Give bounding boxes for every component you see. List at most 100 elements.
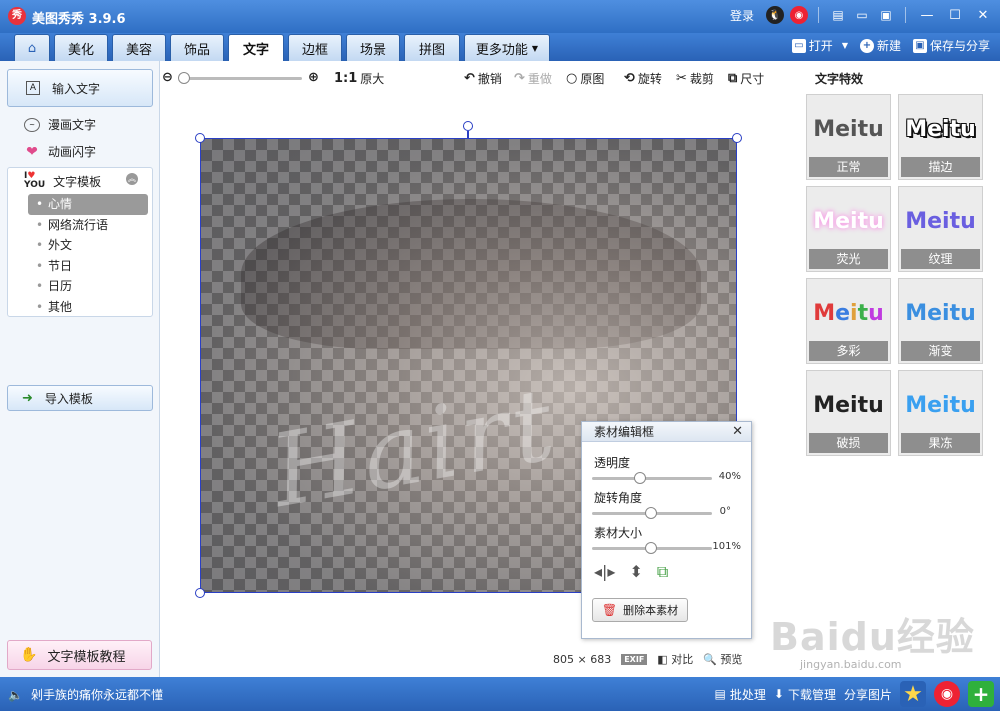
menu-icon[interactable]: ▣ [877,6,895,24]
divider [818,7,819,23]
original-size-button[interactable]: 1:1 原大 [334,70,384,87]
rotate-button[interactable]: ⟲ 旋转 [624,70,662,87]
save-share-button[interactable]: ▣ 保存与分享 [912,37,990,54]
share-button[interactable]: 分享图片 [844,686,892,703]
tab-beautify[interactable]: 美化 [54,34,108,61]
download-button[interactable]: ⬇ 下载管理 [774,686,836,703]
delete-material-button[interactable]: 🗑 删除本素材 [592,598,688,622]
qzone-star-icon[interactable]: ★ [900,681,926,707]
zoom-slider-handle[interactable] [178,72,190,84]
rotation-slider[interactable] [592,507,712,519]
speaker-icon[interactable]: 🔈 [8,688,23,702]
template-item-mood[interactable]: 心情 [28,194,148,215]
material-size-slider[interactable] [592,542,712,554]
new-button[interactable]: + 新建 [859,37,901,54]
import-icon: ➜ [22,390,33,406]
input-text-button[interactable]: A 输入文字 [7,69,153,107]
original-label: 原图 [580,72,605,86]
redo-icon: ↷ [514,71,525,86]
size-value: 101% [712,541,741,552]
more-share-icon[interactable]: + [968,681,994,707]
text-effect-card[interactable]: Meitu 描边 [898,94,983,180]
maximize-icon[interactable]: ☐ [944,6,966,24]
size-button[interactable]: ⧉ 尺寸 [728,70,764,87]
tab-frame[interactable]: 边框 [288,34,342,61]
baidu-watermark: Baidu经验 [770,615,975,659]
opacity-label: 透明度 [594,456,631,470]
tab-more[interactable]: 更多功能 ▼ [464,34,550,61]
text-effect-card[interactable]: Meitu 多彩 [806,278,891,364]
text-effect-sample: Meitu [905,393,976,418]
undo-button[interactable]: ↶ 撤销 [464,70,502,87]
template-item-calendar[interactable]: 日历 [28,276,148,297]
i-love-you-icon: I♥ YOU [24,171,46,190]
login-link[interactable]: 登录 [730,7,754,24]
rotation-slider-handle[interactable] [645,507,657,519]
original-image-button[interactable]: ○ 原图 [566,70,604,87]
preview-button[interactable]: 🔍 预览 [703,651,742,667]
tab-collage[interactable]: 拼图 [404,34,460,61]
text-effect-card[interactable]: Meitu 破损 [806,370,891,456]
text-effect-card[interactable]: Meitu 荧光 [806,186,891,272]
import-template-button[interactable]: ➜ 导入模板 [7,385,153,411]
compare-button[interactable]: ◧ 对比 [657,651,693,667]
text-effect-card[interactable]: Meitu 纹理 [898,186,983,272]
text-effect-card[interactable]: Meitu 果冻 [898,370,983,456]
tab-home[interactable]: ⌂ [14,34,50,61]
text-effect-label: 描边 [901,157,980,177]
zoom-in-icon[interactable]: ⊕ [308,70,319,85]
skin-icon[interactable]: ▤ [829,6,847,24]
crop-button[interactable]: ✂ 裁剪 [676,70,714,87]
weibo-icon[interactable]: ◉ [790,6,808,24]
batch-button[interactable]: ▤ 批处理 [715,686,766,703]
anim-text-link[interactable]: ❤ 动画闪字 [24,143,96,160]
weibo-share-icon[interactable]: ◉ [934,681,960,707]
rotate-handle-stem [467,131,469,139]
dialog-header[interactable]: 素材编辑框 ✕ [582,422,751,442]
exif-button[interactable]: EXIF [621,653,648,665]
opacity-slider-handle[interactable] [634,472,646,484]
text-effect-sample: Meitu [905,209,976,234]
text-effect-card[interactable]: Meitu 正常 [806,94,891,180]
rotate-icon: ⟲ [624,71,635,86]
template-item-other[interactable]: 其他 [28,297,148,318]
text-effect-card[interactable]: Meitu 渐变 [898,278,983,364]
tab-beauty[interactable]: 美容 [112,34,166,61]
resize-handle-bottom-left[interactable] [195,588,205,598]
close-icon[interactable]: ✕ [972,6,994,24]
feedback-icon[interactable]: ▭ [853,6,871,24]
comic-text-link[interactable]: ~ 漫画文字 [24,116,96,133]
template-header[interactable]: I♥ YOU 文字模板 [24,172,101,190]
material-size-slider-handle[interactable] [645,542,657,554]
qq-icon[interactable]: 🐧 [766,6,784,24]
template-item-holiday[interactable]: 节日 [28,256,148,277]
open-button[interactable]: ▭ 打开 ▼ [791,37,848,54]
ratio-label: 1:1 [334,71,358,86]
close-icon[interactable]: ✕ [732,422,743,442]
template-item-internet-slang[interactable]: 网络流行语 [28,215,148,236]
rotation-label: 旋转角度 [594,491,643,505]
tab-accessories[interactable]: 饰品 [170,34,224,61]
compare-icon: ◧ [657,653,668,666]
flip-vertical-icon[interactable]: ⬍ [629,562,642,582]
opacity-slider[interactable] [592,472,712,484]
resize-handle-top-left[interactable] [195,133,205,143]
rotate-handle[interactable] [463,121,473,131]
collapse-icon[interactable]: ︽ [126,173,138,185]
zoom-out-icon[interactable]: ⊖ [162,70,173,85]
template-item-foreign[interactable]: 外文 [28,235,148,256]
copy-icon[interactable]: ⧉ [657,562,668,582]
zoom-slider[interactable] [178,72,302,84]
tab-text[interactable]: 文字 [228,34,284,61]
redo-button[interactable]: ↷ 重做 [514,70,552,87]
tab-scene[interactable]: 场景 [346,34,400,61]
chevron-down-icon: ▼ [841,41,848,50]
flip-horizontal-icon[interactable]: ◂|▸ [594,562,615,582]
resize-handle-top-right[interactable] [732,133,742,143]
status-message[interactable]: 剁手族的痛你永远都不懂 [31,686,163,703]
template-tutorial-button[interactable]: ✋ 文字模板教程 [7,640,152,670]
home-icon: ⌂ [27,40,37,56]
save-icon: ▣ [912,38,927,53]
divider [905,7,906,23]
minimize-icon[interactable]: — [916,6,938,24]
